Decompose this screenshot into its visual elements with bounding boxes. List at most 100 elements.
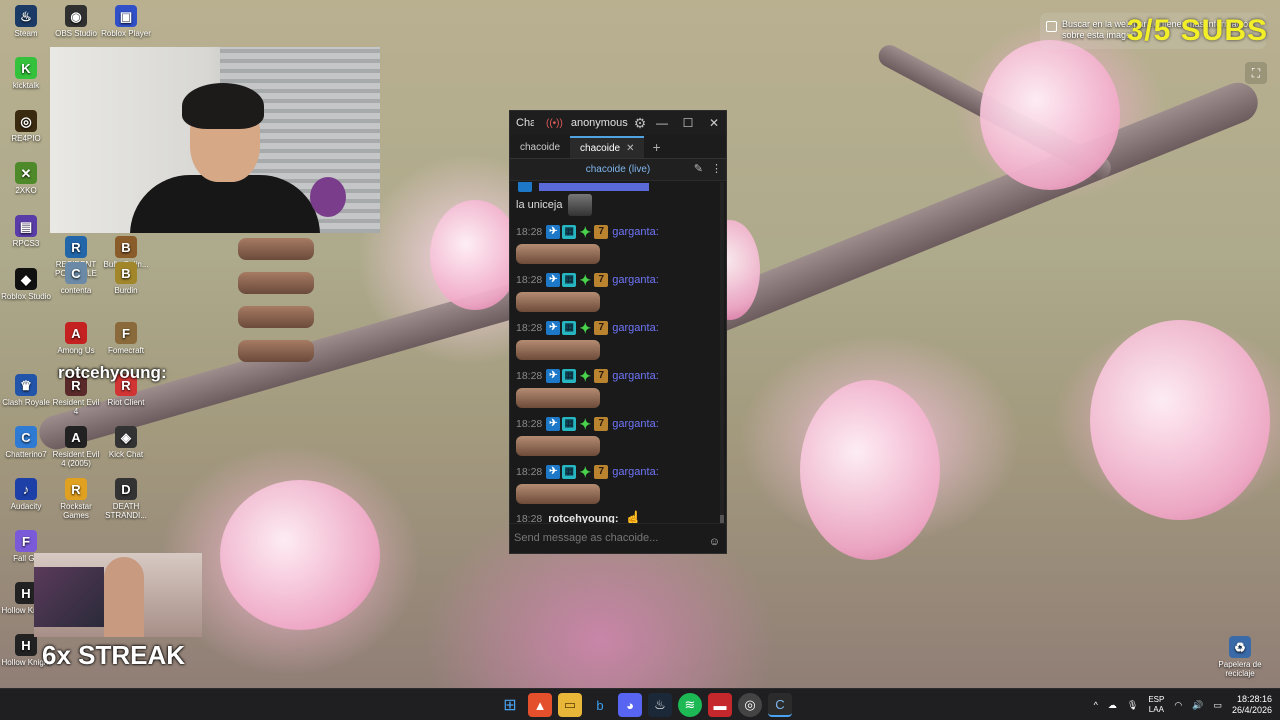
message-input[interactable]: Send message as chacoide... ☺ (510, 523, 726, 553)
desktop-icon-papelera-de-reciclaje[interactable]: ♻ Papelera de reciclaje (1214, 636, 1266, 678)
desktop-icon-audacity[interactable]: ♪ Audacity (0, 478, 52, 511)
desktop-icon-label: Resident Evil 4 (52, 398, 100, 416)
chrome-icon[interactable]: ◎ (738, 693, 762, 717)
desktop-icon-steam[interactable]: ♨ Steam (0, 5, 52, 38)
app-icon: D (115, 478, 137, 500)
badge-icon: 7 (594, 321, 609, 335)
language-indicator[interactable]: ESP LAA (1148, 695, 1164, 715)
wifi-icon[interactable]: ◠ (1174, 700, 1182, 711)
app-icon: ◆ (15, 268, 37, 290)
desktop-icon-kicktalk[interactable]: Kkicktalk (0, 57, 52, 90)
message-time: 18:28 (516, 322, 543, 334)
partial-message: la uniceja (510, 194, 722, 216)
close-button[interactable]: ✕ (701, 111, 727, 135)
emote (238, 340, 314, 362)
desktop-icon-rockstar-games[interactable]: R Rockstar Games (50, 478, 102, 520)
taskbar: ⊞ ▲ ▭ b ◕ ♨ ≋ ▬ ◎ C ^ ☁ 🎙 ESP LAA ◠ 🔊 ▭ … (0, 688, 1280, 720)
app-icon: C (15, 426, 37, 448)
bing-icon[interactable]: b (588, 693, 612, 717)
desktop-icon-clash-royale[interactable]: ♛ Clash Royale (0, 374, 52, 407)
keyboard-layout: LAA (1148, 705, 1164, 714)
message-user[interactable]: garganta: (612, 274, 658, 286)
badge-icon: ✦ (579, 272, 592, 288)
desktop-icon-resident-evil-4-2005[interactable]: A Resident Evil 4 (2005) (50, 426, 102, 468)
badge-icon: ✈ (546, 417, 561, 431)
desktop-icon-2xko[interactable]: ✕ 2XKO (0, 162, 52, 195)
split-header[interactable]: chacoide (live) ✎ ⋮ (510, 159, 726, 181)
account-name[interactable]: anonymous (571, 117, 628, 129)
file-explorer-icon[interactable]: ▭ (558, 693, 582, 717)
badge-icon: ✦ (579, 320, 592, 336)
more-icon[interactable]: ⋮ (711, 162, 722, 175)
badge-icon: ▦ (562, 225, 577, 239)
clock[interactable]: 18:28:16 26/4/2026 (1232, 694, 1272, 716)
steam-icon[interactable]: ♨ (648, 693, 672, 717)
tab-bar: chacoide chacoide ✕ + (510, 135, 726, 159)
gear-icon[interactable]: ⚙ (634, 115, 647, 132)
desktop-icon-death-strandi[interactable]: D DEATH STRANDI... (100, 478, 152, 520)
emote (568, 194, 593, 216)
message-user[interactable]: garganta: (612, 466, 658, 478)
volume-icon[interactable]: 🔊 (1192, 700, 1203, 711)
title-bar[interactable]: Chatterino ((•)) anonymous ⚙ — ☐ ✕ (510, 111, 726, 135)
desktop-icon-roblox-studio[interactable]: ◆ Roblox Studio (0, 268, 52, 301)
desktop-icon-label: Kick Chat (108, 450, 144, 459)
message-user[interactable]: garganta: (612, 322, 658, 334)
message-user[interactable]: garganta: (612, 226, 658, 238)
chatterino-icon[interactable]: C (768, 693, 792, 717)
emote (238, 306, 314, 328)
message-list[interactable]: la uniceja 18:28 ✈ ▦ ✦ 7 garganta: 18:28 ✈ ▦ ✦ 7 ga… (510, 182, 722, 525)
app-icon: ♪ (15, 478, 37, 500)
badge-icon: ✈ (546, 273, 561, 287)
blossom (1090, 320, 1270, 520)
desktop-icon-label: Roblox Player (101, 29, 151, 38)
brave-icon[interactable]: ▲ (528, 693, 552, 717)
app-icon: ◎ (15, 110, 37, 132)
subs-goal: 3/5 SUBS (1126, 14, 1268, 47)
desktop-icon-re4pio[interactable]: ◎ RE4PIO (0, 110, 52, 143)
scrollbar[interactable] (720, 182, 724, 525)
windows-start-icon[interactable]: ⊞ (498, 693, 522, 717)
desktop-icon-label: Chatterino7 (5, 450, 47, 459)
desktop-icon-obs-studio[interactable]: ◉ OBS Studio (50, 5, 102, 38)
live-icon: ((•)) (546, 117, 563, 129)
desktop-icon-rpcs3[interactable]: ▤ RPCS3 (0, 215, 52, 248)
maximize-button[interactable]: ☐ (675, 111, 701, 135)
desktop-icon-kick-chat[interactable]: ◈ Kick Chat (100, 426, 152, 459)
cloud-icon[interactable]: ☁ (1108, 700, 1117, 711)
streak-video (34, 553, 202, 637)
chat-message: 18:28 ✈ ▦ ✦ 7 garganta: (510, 272, 722, 312)
webcam-feed (50, 47, 380, 233)
badge-icon: ✈ (546, 321, 561, 335)
badge-icon: ✦ (579, 224, 592, 240)
recorder-icon[interactable]: ▬ (708, 693, 732, 717)
desktop-icon-label: Papelera de reciclaje (1218, 660, 1262, 678)
microphone-icon[interactable]: 🎙 (1127, 700, 1138, 711)
message-user[interactable]: garganta: (612, 418, 658, 430)
screen-scan-icon[interactable]: ⛶ (1245, 62, 1267, 84)
moderation-icon[interactable]: ✎ (694, 162, 703, 175)
badge-icon: ✈ (546, 369, 561, 383)
chatterino-window[interactable]: Chatterino ((•)) anonymous ⚙ — ☐ ✕ chaco… (509, 110, 727, 554)
emoji-icon[interactable]: ☺ (709, 536, 720, 548)
app-icon: ✕ (15, 162, 37, 184)
add-tab-button[interactable]: + (652, 136, 660, 158)
battery-icon[interactable]: ▭ (1213, 700, 1222, 711)
desktop-icon-roblox-player[interactable]: ▣ Roblox Player (100, 5, 152, 38)
chevron-up-icon[interactable]: ^ (1094, 700, 1098, 710)
app-icon: H (15, 634, 37, 656)
message-user[interactable]: garganta: (612, 370, 658, 382)
close-tab-icon[interactable]: ✕ (626, 143, 634, 154)
tab-chacoide-active[interactable]: chacoide ✕ (570, 136, 645, 158)
desktop-icon-label: Audacity (10, 502, 42, 511)
blossom (430, 200, 520, 310)
clock-date: 26/4/2026 (1231, 705, 1272, 715)
minimize-button[interactable]: — (649, 111, 675, 135)
spotify-icon[interactable]: ≋ (678, 693, 702, 717)
badge-icon: ▦ (562, 465, 577, 479)
app-icon: ▤ (15, 215, 37, 237)
tab-chacoide[interactable]: chacoide (510, 136, 570, 158)
emote (516, 484, 600, 504)
desktop-icon-chatterino7[interactable]: C Chatterino7 (0, 426, 52, 459)
discord-icon[interactable]: ◕ (618, 693, 642, 717)
